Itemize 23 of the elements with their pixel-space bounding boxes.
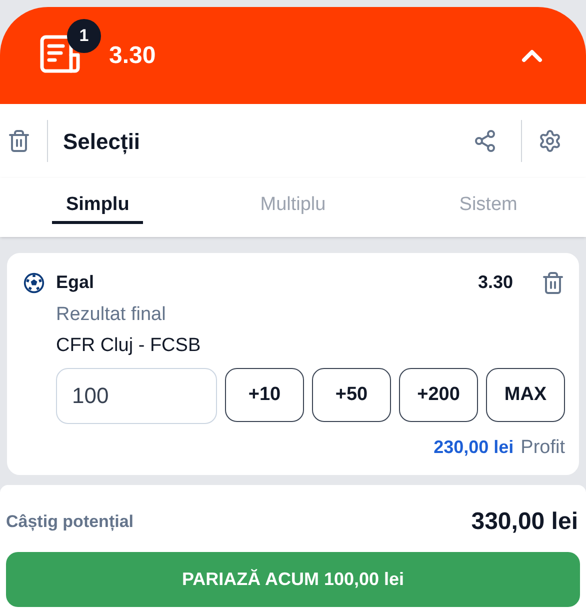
potential-win-amount: 330,00 lei (471, 507, 578, 537)
delete-all-icon[interactable] (7, 129, 31, 153)
selection-pick: Egal (56, 271, 94, 294)
quick-stake-button[interactable]: +200 (399, 368, 478, 422)
settings-icon[interactable] (538, 129, 562, 153)
quick-stake-button[interactable]: MAX (486, 368, 565, 422)
delete-icon[interactable] (541, 270, 565, 294)
football-icon (23, 272, 45, 294)
count-badge: 1 (67, 18, 101, 52)
quick-stake-button[interactable]: +10 (225, 368, 304, 422)
share-icon[interactable] (473, 129, 497, 153)
selection-odds: 3.30 (478, 271, 513, 294)
profit-amount: 230,00 lei (434, 436, 514, 459)
stake-field[interactable]: 100 (56, 368, 217, 424)
market-name: Rezultat final (56, 303, 167, 327)
toolbar-title: Selecții (63, 128, 140, 156)
bet-type-tab[interactable]: Simplu (0, 178, 196, 224)
potential-win-label: Câștig potențial (6, 511, 134, 534)
event-name: CFR Cluj - FCSB (56, 334, 202, 358)
quick-stake-button[interactable]: +50 (312, 368, 391, 422)
total-odds: 3.30 (109, 40, 156, 70)
profit-label: Profit (520, 436, 565, 460)
betslip-header[interactable]: 1 3.30 (0, 7, 586, 104)
